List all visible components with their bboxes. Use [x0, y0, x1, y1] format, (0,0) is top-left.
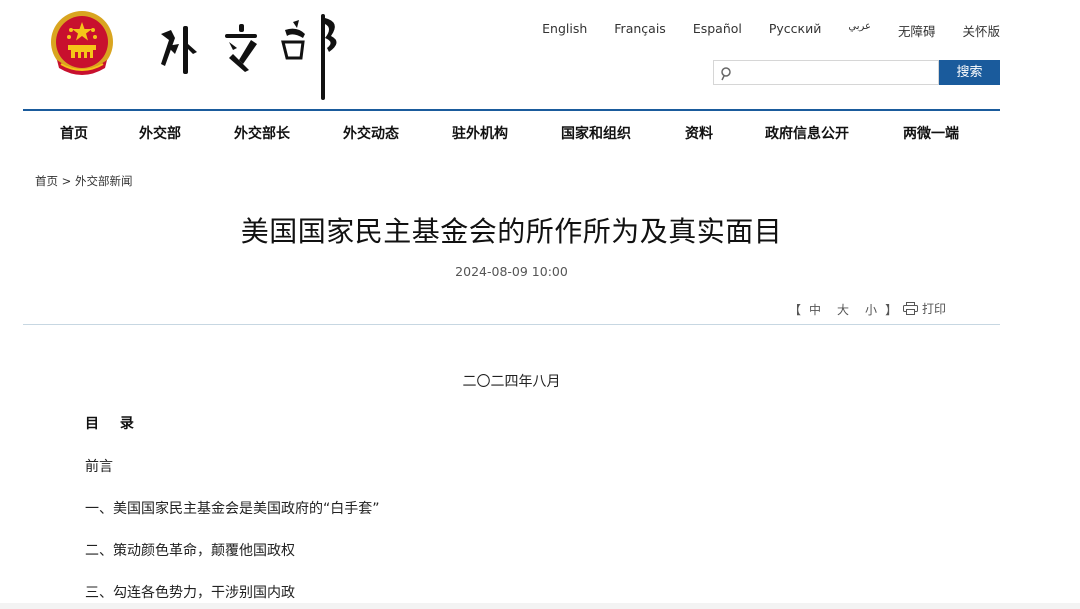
toc-link-section-1[interactable]: 一、美国国家民主基金会是美国政府的“白手套”	[85, 501, 380, 517]
print-label: 打印	[922, 302, 947, 316]
article-title: 美国国家民主基金会的所作所为及真实面目	[240, 215, 783, 248]
article-date: 2024-08-09 10:00	[455, 264, 568, 279]
toc-item: 前言	[85, 456, 113, 476]
breadcrumb-separator: >	[61, 174, 72, 188]
language-bar: English Français Español Русский عربي 无障…	[515, 21, 1000, 40]
printer-icon	[903, 302, 918, 315]
nav-item-home[interactable]: 首页	[60, 123, 88, 143]
toc-item: 二、策动颜色革命，颠覆他国政权	[85, 540, 295, 560]
font-size-large-button[interactable]: 大	[837, 301, 849, 318]
breadcrumb-current-link[interactable]: 外交部新闻	[75, 174, 133, 188]
main-nav: 首页 外交部 外交部长 外交动态 驻外机构 国家和组织 资料 政府信息公开 两微…	[23, 111, 1000, 153]
breadcrumb-home-link[interactable]: 首页	[35, 174, 58, 188]
font-size-bracket-open: 【	[789, 303, 802, 317]
font-size-bracket-close: 】	[885, 303, 898, 317]
lang-russian-link[interactable]: Русский	[769, 21, 821, 40]
print-button[interactable]: 打印	[903, 300, 946, 317]
search-button[interactable]: 搜索	[939, 60, 1000, 85]
toc-link-preface[interactable]: 前言	[85, 459, 113, 475]
care-version-link[interactable]: 关怀版	[962, 21, 1000, 40]
document-date-line: 二〇二四年八月	[462, 374, 561, 390]
nav-item-minister[interactable]: 外交部长	[234, 123, 290, 143]
toc-item: 三、勾连各色势力，干涉别国内政	[85, 582, 295, 602]
accessibility-link[interactable]: 无障碍	[898, 21, 936, 40]
font-size-medium-button[interactable]: 中	[809, 301, 821, 318]
ministry-calligraphy-logo[interactable]	[153, 8, 343, 104]
nav-item-activities[interactable]: 外交动态	[343, 123, 399, 143]
lang-french-link[interactable]: Français	[614, 21, 666, 40]
nav-item-resources[interactable]: 资料	[685, 123, 713, 143]
page-container: English Français Español Русский عربي 无障…	[23, 0, 1000, 609]
national-emblem-logo[interactable]	[49, 8, 115, 80]
toc-link-section-3[interactable]: 三、勾连各色势力，干涉别国内政	[85, 585, 295, 601]
font-size-small-button[interactable]: 小	[865, 301, 877, 318]
breadcrumb: 首页 > 外交部新闻	[35, 173, 132, 189]
lang-english-link[interactable]: English	[542, 21, 587, 40]
toc-item: 一、美国国家民主基金会是美国政府的“白手套”	[85, 498, 380, 518]
lang-arabic-link[interactable]: عربي	[848, 21, 871, 40]
nav-item-gov-info[interactable]: 政府信息公开	[765, 123, 849, 143]
toc-link-section-2[interactable]: 二、策动颜色革命，颠覆他国政权	[85, 543, 295, 559]
page-bottom-edge	[0, 603, 1080, 609]
toc-heading: 目 录	[85, 416, 142, 432]
nav-item-missions[interactable]: 驻外机构	[452, 123, 508, 143]
nav-item-ministry[interactable]: 外交部	[139, 123, 181, 143]
content-divider	[23, 324, 1000, 325]
search-input[interactable]	[736, 63, 934, 82]
nav-item-social[interactable]: 两微一端	[903, 123, 959, 143]
search-icon	[720, 66, 732, 81]
font-size-controls: 【 中 大 小 】	[789, 301, 897, 318]
lang-spanish-link[interactable]: Español	[693, 21, 742, 40]
search-field	[713, 60, 939, 85]
nav-item-countries[interactable]: 国家和组织	[561, 123, 631, 143]
